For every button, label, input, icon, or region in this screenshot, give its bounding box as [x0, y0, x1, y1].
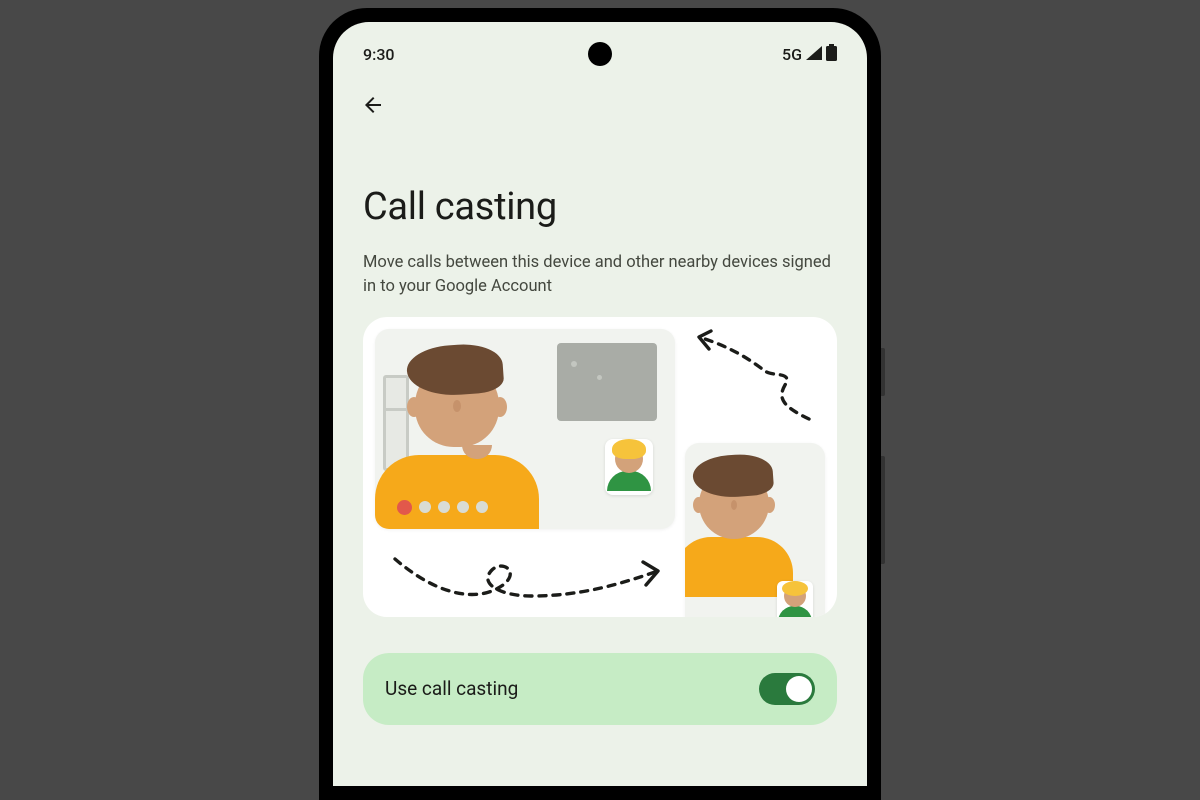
- illustration-person-small: [699, 469, 793, 597]
- battery-full-icon: [826, 44, 837, 65]
- illustration-window: [557, 343, 657, 421]
- illustration-device-small: [685, 443, 825, 617]
- cast-arrow-icon: [383, 541, 673, 611]
- carousel-dot: [419, 501, 431, 513]
- page-description: Move calls between this device and other…: [363, 251, 837, 299]
- cast-arrow-icon: [679, 329, 819, 439]
- carousel-dot-active: [397, 500, 412, 515]
- status-right: 5G: [782, 44, 837, 65]
- carousel-dot: [476, 501, 488, 513]
- screen: 9:30 5G Call casting Move calls between …: [333, 22, 867, 786]
- camera-punch-hole: [588, 42, 612, 66]
- carousel-dot: [438, 501, 450, 513]
- illustration-pip-thumbnail: [605, 439, 653, 495]
- cell-signal-icon: [805, 45, 823, 65]
- illustration-pip-thumbnail-small: [777, 581, 813, 617]
- phone-volume-button: [881, 456, 885, 564]
- illustration-carousel-dots: [397, 500, 488, 515]
- toggle-label: Use call casting: [385, 677, 518, 700]
- toggle-card[interactable]: Use call casting: [363, 653, 837, 725]
- page-title: Call casting: [363, 185, 837, 229]
- use-call-casting-switch[interactable]: [759, 673, 815, 705]
- status-time: 9:30: [363, 45, 395, 64]
- back-button[interactable]: [353, 85, 393, 125]
- phone-side-button: [881, 348, 885, 396]
- network-label: 5G: [782, 45, 802, 64]
- switch-thumb: [786, 676, 812, 702]
- phone-frame: 9:30 5G Call casting Move calls between …: [319, 8, 881, 800]
- back-arrow-icon: [361, 93, 385, 117]
- carousel-dot: [457, 501, 469, 513]
- illustration: [363, 317, 837, 617]
- illustration-device-large: [375, 329, 675, 529]
- nav-row: [333, 77, 867, 125]
- content: Call casting Move calls between this dev…: [333, 125, 867, 635]
